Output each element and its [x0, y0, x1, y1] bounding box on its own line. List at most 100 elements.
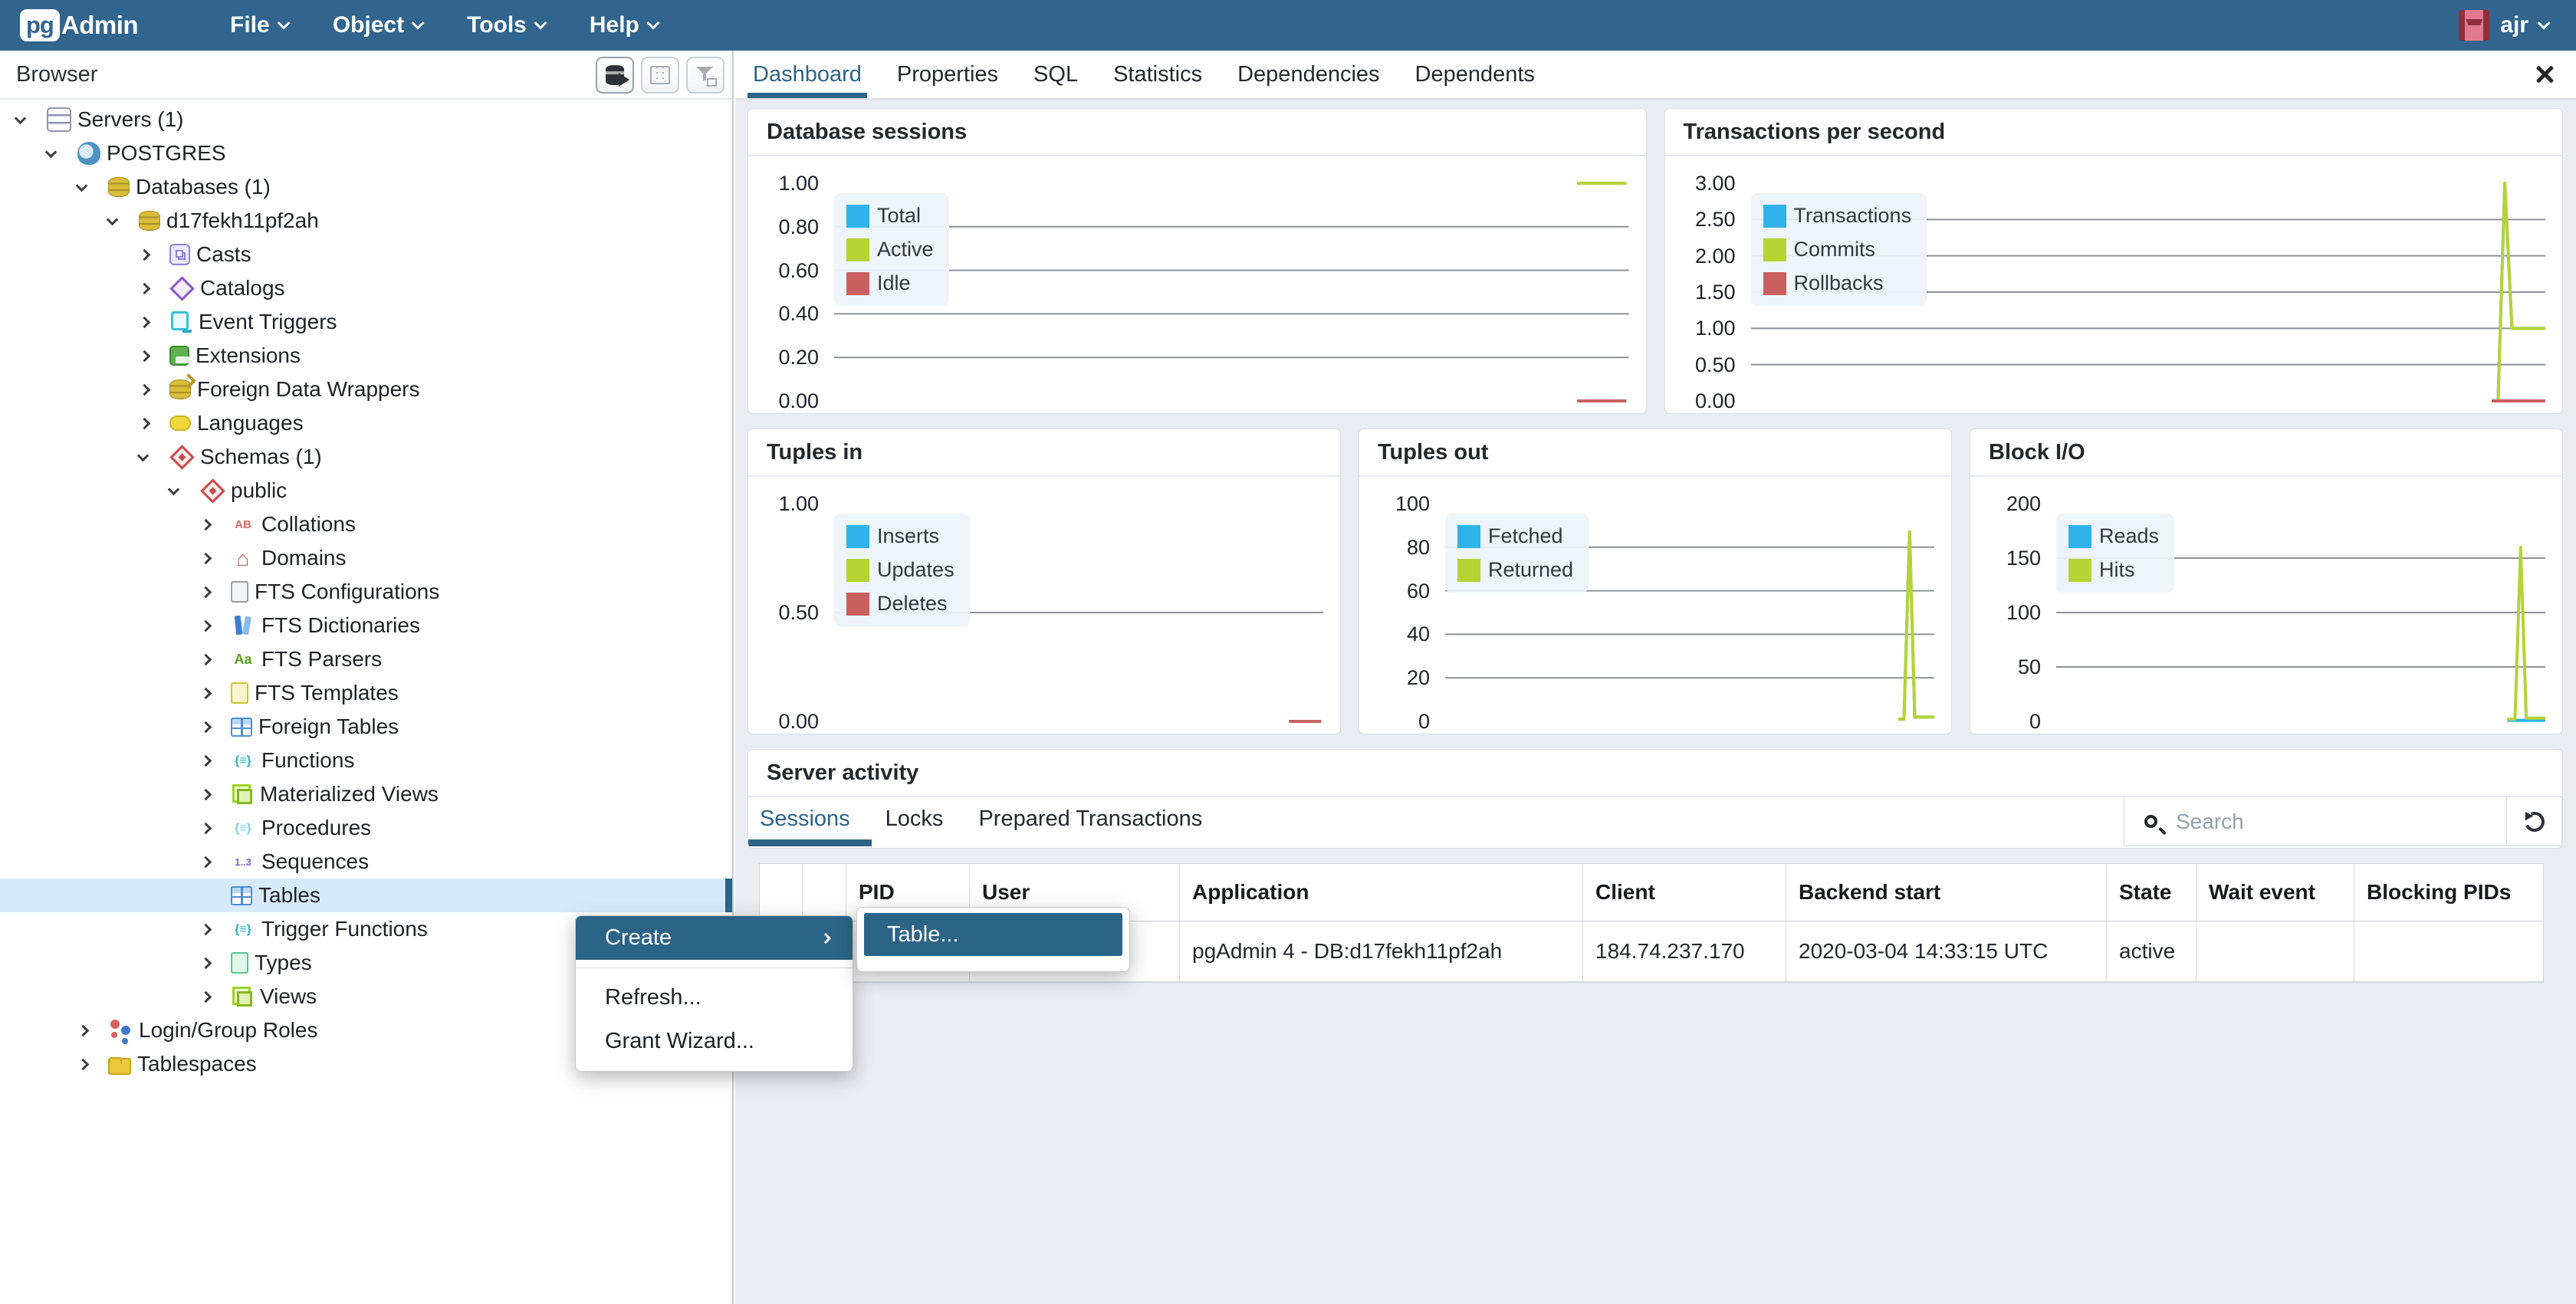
- tab-sql[interactable]: SQL: [1033, 51, 1078, 98]
- menubar-item-file[interactable]: File: [230, 12, 288, 38]
- chevron-down-icon[interactable]: [76, 179, 88, 192]
- sidebar-item-tables[interactable]: Tables: [0, 879, 732, 912]
- y-tick-label: 0: [1970, 710, 2041, 733]
- chevron-right-icon[interactable]: [200, 552, 212, 564]
- chevron-down-icon[interactable]: [15, 112, 27, 124]
- refresh-button[interactable]: [2506, 797, 2561, 846]
- avatar: [2459, 10, 2489, 41]
- menubar-item-object[interactable]: Object: [333, 12, 422, 38]
- chevron-down-icon: [534, 17, 547, 30]
- chevron-right-icon[interactable]: [200, 990, 212, 1003]
- activity-tab-sessions[interactable]: Sessions: [760, 797, 850, 840]
- activity-tab-locks[interactable]: Locks: [886, 797, 944, 840]
- chevron-right-icon[interactable]: [200, 923, 212, 935]
- tree-chevron-slot: [139, 318, 169, 327]
- tree-item-label: Databases (1): [136, 175, 271, 199]
- sidebar-item-extensions[interactable]: Extensions: [0, 339, 732, 373]
- chevron-right-icon[interactable]: [139, 316, 151, 328]
- chevron-right-icon[interactable]: [200, 687, 212, 699]
- chevron-down-icon[interactable]: [168, 483, 180, 495]
- sidebar-item-databases-1[interactable]: Databases (1): [0, 170, 732, 204]
- sidebar-item-servers-1[interactable]: Servers (1): [0, 103, 732, 136]
- column-header-blocking-pids: Blocking PIDs: [2354, 864, 2545, 921]
- query-tool-button[interactable]: [596, 57, 634, 94]
- tree-chevron-slot: [200, 858, 231, 866]
- chevron-down-icon[interactable]: [137, 449, 150, 461]
- sidebar-item-procedures[interactable]: {≡}Procedures: [0, 811, 732, 845]
- menubar-item-tools[interactable]: Tools: [467, 12, 545, 38]
- sidebar-item-foreign-tables[interactable]: Foreign Tables: [0, 710, 732, 744]
- chevron-right-icon[interactable]: [77, 1024, 90, 1036]
- close-icon[interactable]: [2533, 63, 2556, 86]
- user-menu[interactable]: ajr: [2459, 10, 2548, 41]
- sidebar-item-functions[interactable]: {≡}Functions: [0, 744, 732, 777]
- table-cell: 2020-03-04 14:33:15 UTC: [1786, 921, 2107, 981]
- legend-label: Active: [877, 238, 934, 261]
- tab-properties[interactable]: Properties: [897, 51, 998, 98]
- tree-chevron-slot: [200, 790, 231, 799]
- chevron-right-icon[interactable]: [200, 856, 212, 868]
- chevron-right-icon[interactable]: [139, 383, 151, 396]
- chevron-right-icon[interactable]: [139, 248, 151, 261]
- chevron-right-icon[interactable]: [200, 822, 212, 834]
- sidebar-item-fts-templates[interactable]: FTS Templates: [0, 676, 732, 710]
- y-tick-label: 3.00: [1665, 172, 1736, 195]
- sidebar-item-fts-parsers[interactable]: AaFTS Parsers: [0, 642, 732, 676]
- menubar-item-help[interactable]: Help: [590, 12, 658, 38]
- context-submenu-item-table[interactable]: Table...: [864, 913, 1122, 956]
- filtered-rows-button[interactable]: [686, 57, 724, 94]
- chevron-down-icon[interactable]: [107, 213, 119, 225]
- tree-item-label: Servers (1): [77, 107, 183, 132]
- chevron-right-icon[interactable]: [200, 619, 212, 632]
- context-submenu: Table...: [856, 907, 1130, 972]
- chevron-right-icon[interactable]: [139, 350, 151, 362]
- legend-label: Reads: [2099, 524, 2159, 548]
- sidebar-item-foreign-data-wrappers[interactable]: Foreign Data Wrappers: [0, 373, 732, 406]
- chevron-down-icon[interactable]: [45, 146, 58, 158]
- tree-chevron-slot: [200, 757, 231, 765]
- context-menu-item-refresh[interactable]: Refresh...: [576, 976, 853, 1020]
- legend-label: Total: [877, 204, 921, 228]
- legend-swatch: [1457, 525, 1480, 548]
- sidebar-item-event-triggers[interactable]: Event Triggers: [0, 305, 732, 339]
- y-tick-label: 0.00: [748, 389, 819, 412]
- sidebar-item-materialized-views[interactable]: Materialized Views: [0, 777, 732, 811]
- tab-dashboard[interactable]: Dashboard: [753, 51, 862, 98]
- legend-label: Fetched: [1488, 524, 1563, 548]
- view-data-button[interactable]: [641, 57, 679, 94]
- chevron-right-icon[interactable]: [200, 653, 212, 665]
- chevron-right-icon[interactable]: [200, 788, 212, 800]
- chevron-right-icon[interactable]: [200, 586, 212, 598]
- sidebar-item-d17fekh11pf2ah[interactable]: d17fekh11pf2ah: [0, 204, 732, 238]
- sidebar-item-domains[interactable]: ⌂Domains: [0, 541, 732, 575]
- legend-item: Hits: [2068, 558, 2159, 582]
- sidebar-item-catalogs[interactable]: Catalogs: [0, 271, 732, 305]
- chevron-right-icon[interactable]: [77, 1058, 90, 1070]
- chart-panel-tuples-out: Tuples out100806040200FetchedReturned: [1359, 429, 1952, 734]
- search-input[interactable]: [2174, 809, 2466, 835]
- chevron-right-icon[interactable]: [200, 754, 212, 767]
- chevron-right-icon[interactable]: [200, 518, 212, 530]
- chevron-right-icon[interactable]: [200, 957, 212, 969]
- activity-tab-prepared-transactions[interactable]: Prepared Transactions: [978, 797, 1202, 840]
- tree-chevron-slot: [200, 521, 231, 529]
- sidebar-item-casts[interactable]: Casts: [0, 238, 732, 271]
- y-tick-label: 1.00: [748, 492, 819, 515]
- sidebar-item-languages[interactable]: Languages: [0, 406, 732, 440]
- tab-statistics[interactable]: Statistics: [1113, 51, 1202, 98]
- chevron-right-icon[interactable]: [139, 417, 151, 429]
- sidebar-item-postgres[interactable]: POSTGRES: [0, 136, 732, 170]
- sidebar-item-fts-dictionaries[interactable]: FTS Dictionaries: [0, 609, 732, 642]
- sidebar-item-schemas-1[interactable]: Schemas (1): [0, 440, 732, 474]
- chevron-right-icon[interactable]: [200, 721, 212, 733]
- sidebar-item-public[interactable]: public: [0, 474, 732, 507]
- context-menu-item-create[interactable]: Create: [576, 916, 853, 960]
- tree-item-icon-braces-teal: {≡}: [231, 917, 255, 941]
- tab-dependencies[interactable]: Dependencies: [1237, 51, 1379, 98]
- chevron-right-icon[interactable]: [139, 282, 151, 294]
- sidebar-item-fts-configurations[interactable]: FTS Configurations: [0, 575, 732, 609]
- context-menu-item-grant-wizard[interactable]: Grant Wizard...: [576, 1020, 853, 1063]
- sidebar-item-sequences[interactable]: 1..3Sequences: [0, 845, 732, 879]
- tab-dependents[interactable]: Dependents: [1415, 51, 1535, 98]
- sidebar-item-collations[interactable]: ABCollations: [0, 507, 732, 541]
